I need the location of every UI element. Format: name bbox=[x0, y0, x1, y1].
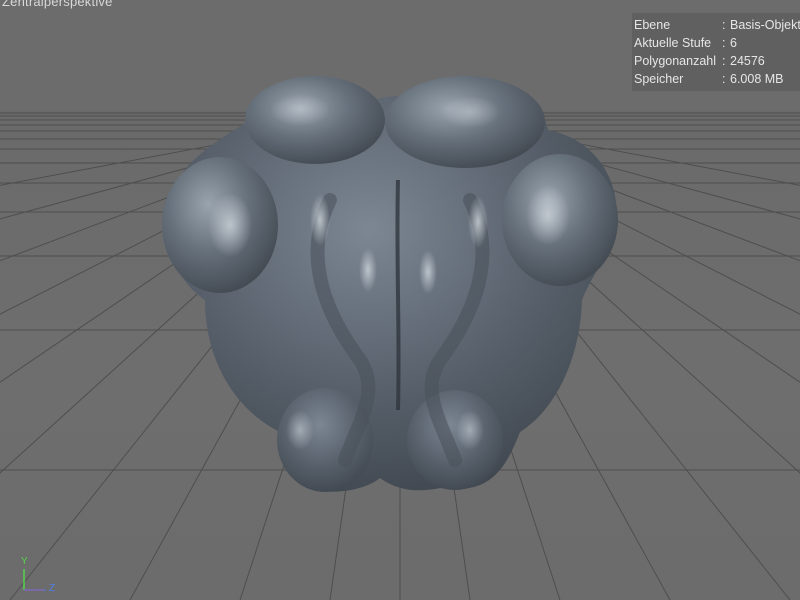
hud-key: Ebene bbox=[634, 18, 671, 32]
hud-value: 6 bbox=[730, 36, 737, 50]
axis-gizmo: Y Z bbox=[10, 552, 70, 598]
hud-separator: : bbox=[722, 36, 726, 50]
sculpt-object bbox=[162, 76, 618, 492]
hud-separator: : bbox=[722, 72, 726, 86]
hud-key: Aktuelle Stufe bbox=[634, 36, 712, 50]
hud-info-panel: Ebene : Basis-Objekt Aktuelle Stufe : 6 … bbox=[632, 13, 800, 91]
axis-z-label: Z bbox=[49, 583, 56, 594]
hud-value: 24576 bbox=[730, 54, 765, 68]
axis-gizmo-icon bbox=[23, 569, 46, 591]
hud-row-level: Ebene : Basis-Objekt bbox=[632, 16, 800, 34]
editor-viewport[interactable]: Zentralperspektive Ebene : Basis-Objekt … bbox=[0, 0, 800, 600]
hud-separator: : bbox=[722, 54, 726, 68]
axis-y-label: Y bbox=[21, 556, 28, 567]
hud-value: 6.008 MB bbox=[730, 72, 784, 86]
hud-value: Basis-Objekt bbox=[730, 18, 800, 32]
hud-separator: : bbox=[722, 18, 726, 32]
hud-row-current-level: Aktuelle Stufe : 6 bbox=[632, 34, 800, 52]
hud-key: Speicher bbox=[634, 72, 684, 86]
hud-row-memory: Speicher : 6.008 MB bbox=[632, 70, 800, 88]
camera-label: Zentralperspektive bbox=[2, 0, 113, 9]
hud-row-polygon-count: Polygonanzahl : 24576 bbox=[632, 52, 800, 70]
hud-key: Polygonanzahl bbox=[634, 54, 717, 68]
